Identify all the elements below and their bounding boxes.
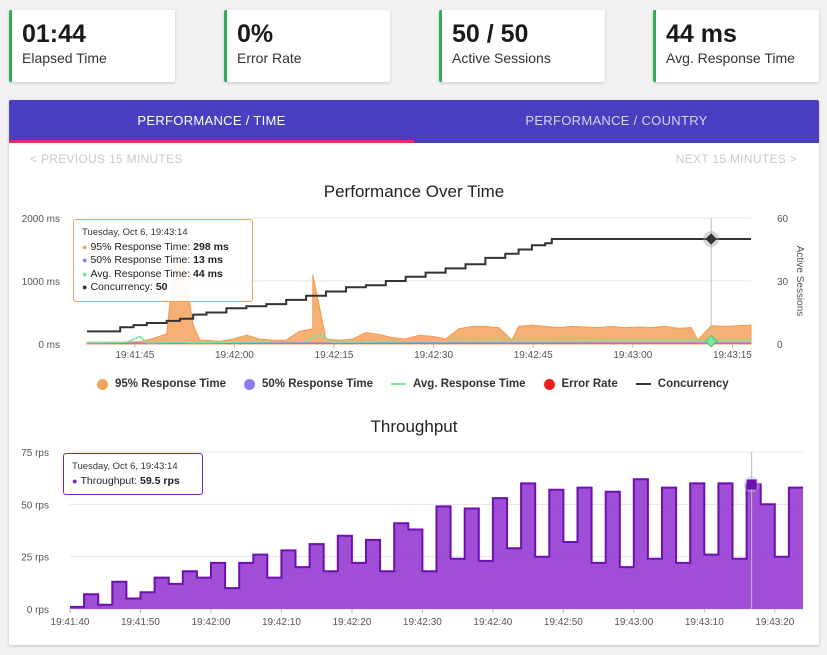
tooltip-row: ● Concurrency: 50 <box>82 281 168 293</box>
tooltip-label: 95% Response Time <box>90 240 188 253</box>
y-tick-label: 0 rps <box>27 605 49 616</box>
x-tick-label: 19:43:15 <box>713 350 752 361</box>
legend-label: Concurrency <box>657 378 729 390</box>
tooltip-date: Tuesday, Oct 6, 19:43:14 <box>82 227 188 238</box>
legend-label: Avg. Response Time <box>413 378 526 390</box>
stat-value: 44 ms <box>666 20 737 48</box>
stat-card-avg-response-time: 44 ms Avg. Response Time <box>653 10 819 82</box>
legend-swatch-concurrency <box>635 383 651 385</box>
tooltip-value: 298 ms <box>193 240 229 253</box>
tooltip-date: Tuesday, Oct 6, 19:43:14 <box>72 461 178 472</box>
stat-card-elapsed-time: 01:44 Elapsed Time <box>9 10 175 82</box>
x-tick-label: 19:43:00 <box>613 350 652 361</box>
y2-axis-label: Active Sessions <box>794 246 805 317</box>
tooltip-label: Concurrency <box>90 281 150 293</box>
legend-item-p50[interactable]: 50% Response Time <box>244 378 373 390</box>
x-tick-label: 19:42:30 <box>414 350 453 361</box>
stat-card-active-sessions: 50 / 50 Active Sessions <box>439 10 605 82</box>
x-tick-label: 19:42:10 <box>262 617 301 628</box>
tooltip-label: 50% Response Time <box>90 254 188 266</box>
performance-legend: 95% Response Time 50% Response Time Avg.… <box>97 378 747 390</box>
y2-tick-label: 60 <box>777 214 789 225</box>
tab-performance-time[interactable]: PERFORMANCE / TIME <box>9 100 414 143</box>
x-tick-label: 19:42:40 <box>473 617 512 628</box>
tooltip-value: 13 ms <box>193 254 223 266</box>
y-tick-label: 25 rps <box>21 553 49 564</box>
performance-tooltip: Tuesday, Oct 6, 19:43:14 ● 95% Response T… <box>73 219 253 302</box>
legend-swatch-p95 <box>97 378 108 390</box>
x-tick-label: 19:41:50 <box>121 617 160 628</box>
tooltip-value: 59.5 rps <box>140 474 180 487</box>
legend-swatch-error <box>543 378 555 390</box>
tooltip-value: 50 <box>155 281 168 293</box>
legend-label: 50% Response Time <box>262 378 374 390</box>
performance-panel: PERFORMANCE / TIME PERFORMANCE / COUNTRY… <box>9 100 819 645</box>
legend-label: Error Rate <box>561 378 618 390</box>
tooltip-value: 44 ms <box>192 267 223 280</box>
y2-tick-label: 30 <box>777 277 789 288</box>
tooltip-label: Throughput <box>80 474 135 487</box>
x-tick-label: 19:43:20 <box>755 617 794 628</box>
stat-label: Avg. Response Time <box>666 50 795 66</box>
x-tick-label: 19:42:50 <box>544 617 583 628</box>
x-tick-label: 19:42:20 <box>332 617 371 628</box>
performance-chart-title: Performance Over Time <box>323 182 505 201</box>
y-tick-label: 0 ms <box>38 340 60 351</box>
tooltip-row: ● 50% Response Time: 13 ms <box>82 254 223 266</box>
x-tick-label: 19:42:00 <box>215 350 254 361</box>
stat-label: Error Rate <box>237 50 302 66</box>
y-tick-label: 50 rps <box>21 500 49 511</box>
legend-label: 95% Response Time <box>115 378 227 390</box>
x-tick-label: 19:43:00 <box>614 617 653 628</box>
next-15-minutes-link[interactable]: NEXT 15 MINUTES > <box>676 152 797 166</box>
hover-marker-throughput <box>746 479 757 490</box>
x-tick-label: 19:42:15 <box>315 350 354 361</box>
y-tick-label: 75 rps <box>21 448 49 459</box>
tab-bar: PERFORMANCE / TIME PERFORMANCE / COUNTRY <box>9 100 819 143</box>
x-tick-label: 19:41:40 <box>51 617 90 628</box>
legend-item-avg[interactable]: Avg. Response Time <box>391 378 526 390</box>
active-tab-indicator <box>9 140 414 143</box>
legend-item-p95[interactable]: 95% Response Time <box>97 378 226 390</box>
tooltip-row: ● 95% Response Time: 298 ms <box>82 240 229 253</box>
legend-swatch-p50 <box>244 378 256 390</box>
previous-15-minutes-link[interactable]: < PREVIOUS 15 MINUTES <box>30 152 183 166</box>
stat-card-error-rate: 0% Error Rate <box>224 10 390 82</box>
tooltip-label: Avg. Response Time <box>90 267 188 280</box>
x-tick-label: 19:42:45 <box>514 350 553 361</box>
tab-performance-country[interactable]: PERFORMANCE / COUNTRY <box>414 100 819 143</box>
x-tick-label: 19:43:10 <box>685 617 724 628</box>
stat-label: Active Sessions <box>452 50 551 66</box>
stat-value: 0% <box>237 20 274 48</box>
x-tick-label: 19:42:30 <box>403 617 442 628</box>
y-tick-label: 2000 ms <box>22 214 60 225</box>
stat-label: Elapsed Time <box>22 50 107 66</box>
x-tick-label: 19:42:00 <box>191 617 230 628</box>
stat-value: 50 / 50 <box>452 20 529 48</box>
y-tick-label: 1000 ms <box>22 277 60 288</box>
legend-item-error-rate[interactable]: Error Rate <box>543 378 618 390</box>
throughput-tooltip: Tuesday, Oct 6, 19:43:14 ● Throughput: 59… <box>63 453 203 495</box>
legend-swatch-avg <box>391 383 407 385</box>
tooltip-row: ● Throughput: 59.5 rps <box>72 474 180 487</box>
throughput-chart-title: Throughput <box>370 417 458 436</box>
legend-item-concurrency[interactable]: Concurrency <box>635 378 729 390</box>
tooltip-row: ● Avg. Response Time: 44 ms <box>82 267 223 280</box>
y2-tick-label: 0 <box>777 340 783 351</box>
x-tick-label: 19:41:45 <box>115 350 154 361</box>
stat-value: 01:44 <box>22 20 86 48</box>
